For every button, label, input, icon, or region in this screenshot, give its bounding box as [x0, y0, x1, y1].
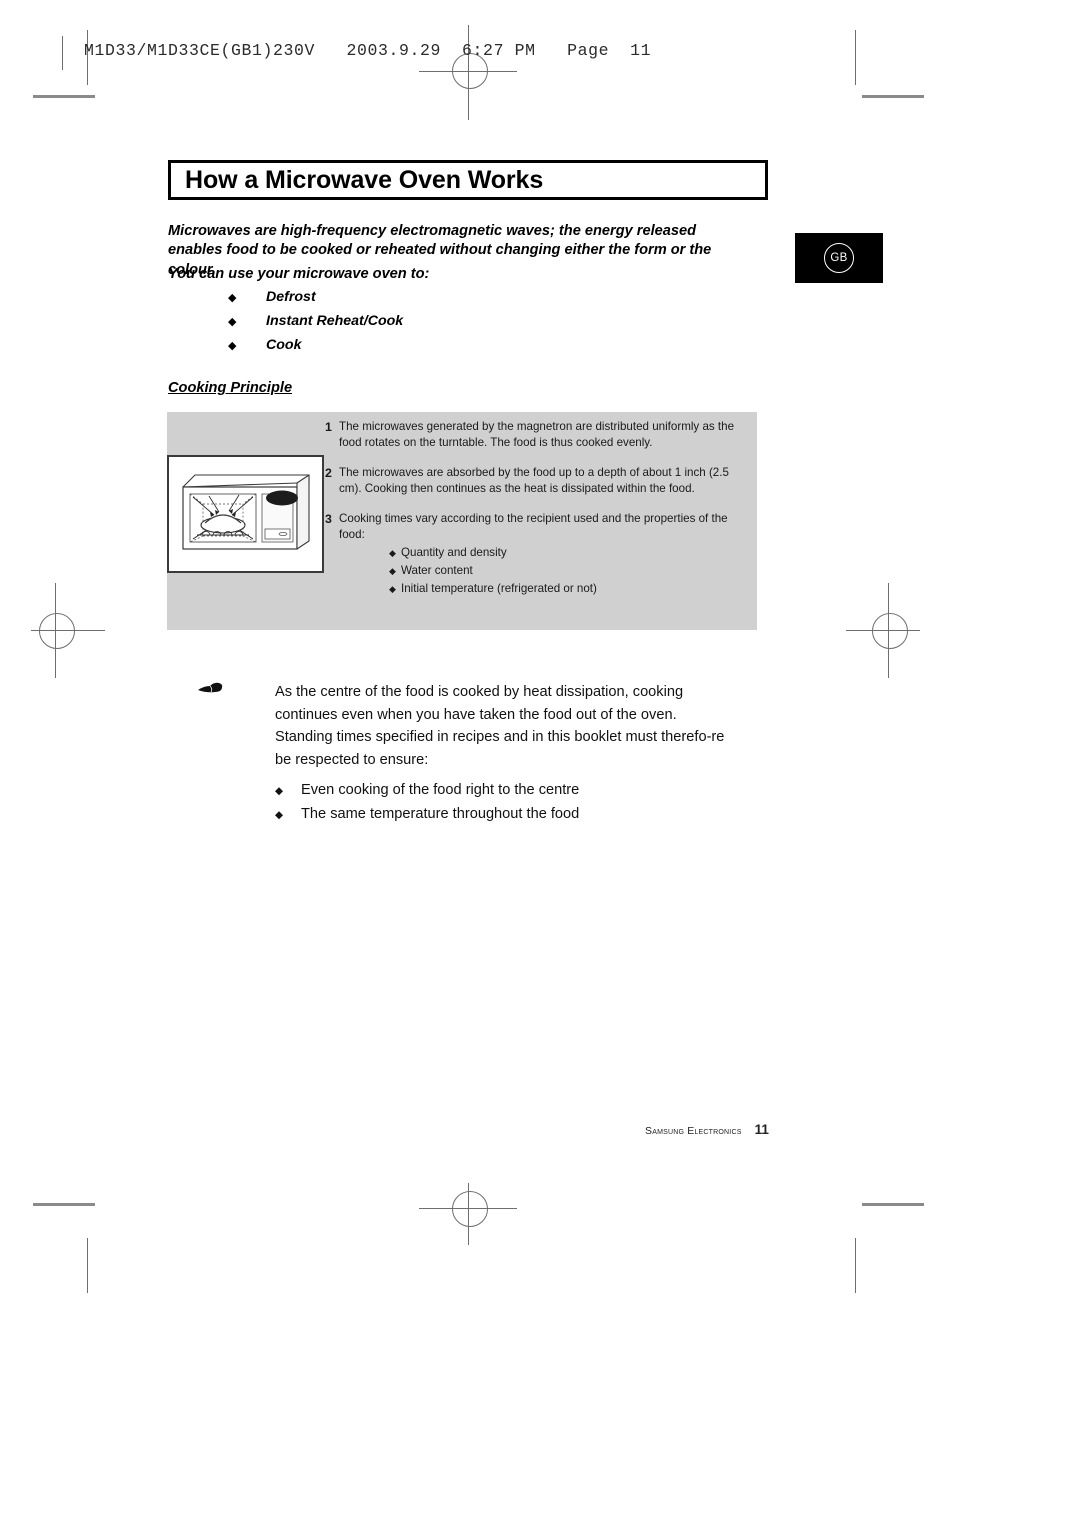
step-text: Cooking times vary according to the reci… — [339, 511, 728, 542]
cooking-principle-steps: 1 The microwaves generated by the magnet… — [325, 419, 745, 611]
crop-mark-top-right-vertical — [855, 30, 856, 85]
feature-label: Cook — [266, 337, 302, 353]
microwave-oven-cutaway-icon — [182, 474, 310, 550]
list-item: ◆ Instant Reheat/Cook — [228, 313, 648, 337]
page-title: How a Microwave Oven Works — [185, 165, 544, 194]
step-text: The microwaves generated by the magnetro… — [339, 420, 735, 450]
feature-list-lead-in: You can use your microwave oven to: — [168, 266, 430, 282]
diamond-bullet-icon: ◆ — [389, 584, 396, 595]
step-number: 1 — [325, 420, 332, 434]
note-block: As the centre of the food is cooked by h… — [275, 681, 730, 827]
note-bullet-label: Even cooking of the food right to the ce… — [301, 782, 580, 799]
registration-mark-left — [39, 613, 75, 649]
list-item: 2 The microwaves are absorbed by the foo… — [325, 465, 745, 498]
crop-mark-bottom-right-vertical — [855, 1238, 856, 1293]
banner-left-rule — [62, 36, 63, 70]
note-bullet-label: The same temperature throughout the food — [301, 806, 580, 823]
diamond-bullet-icon: ◆ — [389, 567, 396, 578]
step-number: 2 — [325, 465, 332, 480]
list-item: ◆ The same temperature throughout the fo… — [275, 803, 730, 827]
diamond-bullet-icon: ◆ — [228, 291, 237, 304]
region-badge-label: GB — [824, 243, 854, 273]
crop-mark-bottom-left-horizontal — [33, 1203, 95, 1206]
section-subheading: Cooking Principle — [168, 380, 293, 396]
sub-item-label: Water content — [401, 564, 473, 578]
page-title-box: How a Microwave Oven Works — [168, 160, 768, 200]
feature-list: ◆ Defrost ◆ Instant Reheat/Cook ◆ Cook — [228, 289, 648, 361]
list-item: ◆ Quantity and density — [339, 545, 745, 563]
footer-brand: Samsung Electronics — [645, 1125, 742, 1137]
list-item: ◆ Cook — [228, 337, 648, 361]
crop-mark-bottom-left-vertical — [87, 1238, 88, 1293]
diamond-bullet-icon: ◆ — [228, 339, 237, 352]
list-item: ◆ Defrost — [228, 289, 648, 313]
sub-item-label: Quantity and density — [401, 546, 507, 560]
microwave-oven-illustration — [167, 455, 324, 573]
footer-page-number: 11 — [754, 1122, 769, 1137]
step-number: 3 — [325, 511, 332, 526]
list-item: ◆ Even cooking of the food right to the … — [275, 779, 730, 803]
feature-label: Defrost — [266, 289, 316, 305]
step-sub-list: ◆ Quantity and density ◆ Water content ◆… — [339, 545, 745, 598]
list-item: 3 Cooking times vary according to the re… — [325, 511, 745, 599]
feature-label: Instant Reheat/Cook — [266, 313, 404, 329]
crop-mark-top-right-horizontal — [862, 95, 924, 98]
registration-mark-bottom — [452, 1191, 488, 1227]
pointing-hand-icon — [196, 680, 226, 698]
diamond-bullet-icon: ◆ — [275, 809, 284, 822]
page-footer: Samsung Electronics 11 — [645, 1122, 769, 1137]
region-badge: GB — [795, 233, 883, 283]
list-item: 1 The microwaves generated by the magnet… — [325, 419, 745, 452]
diamond-bullet-icon: ◆ — [228, 315, 237, 328]
note-bullet-list: ◆ Even cooking of the food right to the … — [275, 779, 730, 827]
crop-mark-bottom-right-horizontal — [862, 1203, 924, 1206]
diamond-bullet-icon: ◆ — [389, 549, 396, 560]
step-text: The microwaves are absorbed by the food … — [339, 465, 729, 496]
registration-mark-right — [872, 613, 908, 649]
list-item: ◆ Initial temperature (refrigerated or n… — [339, 581, 745, 599]
crop-mark-top-left-horizontal — [33, 95, 95, 98]
sub-item-label: Initial temperature (refrigerated or not… — [401, 581, 597, 595]
list-item: ◆ Water content — [339, 563, 745, 581]
print-banner: M1D33/M1D33CE(GB1)230V 2003.9.29 6:27 PM… — [84, 41, 652, 60]
diamond-bullet-icon: ◆ — [275, 785, 284, 798]
note-text: As the centre of the food is cooked by h… — [275, 684, 725, 768]
